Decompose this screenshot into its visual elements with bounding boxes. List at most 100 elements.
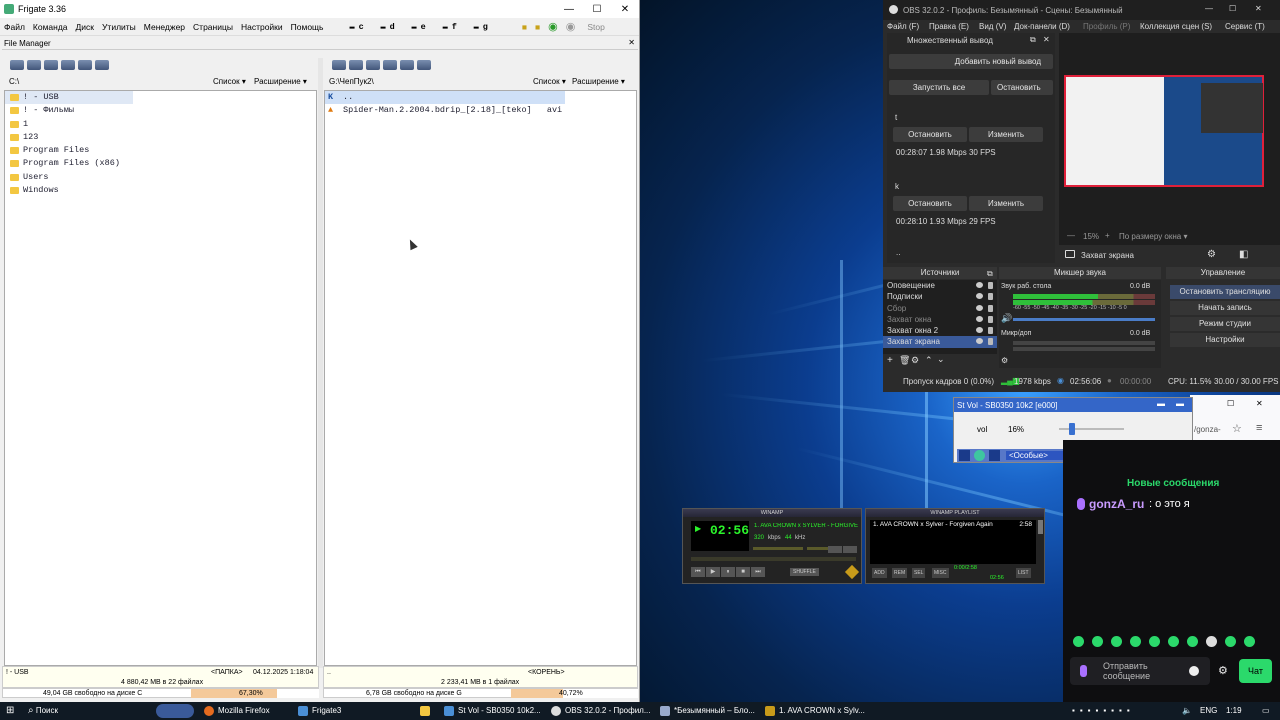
close-icon[interactable]: ✕ <box>611 4 639 15</box>
menu-icon[interactable]: ≡ <box>1256 422 1262 434</box>
add-icon[interactable]: + <box>887 355 893 366</box>
chat-input[interactable]: Отправить сообщение <box>1070 657 1210 685</box>
output-stop-button[interactable]: Остановить <box>893 196 967 211</box>
visibility-icon[interactable] <box>976 327 983 334</box>
eq-button[interactable] <box>828 546 842 553</box>
open-folder-icon[interactable]: ■ <box>531 22 544 32</box>
blue-icon[interactable] <box>989 450 1000 461</box>
left-path[interactable]: C:\ <box>9 77 19 86</box>
obs-menu-edit[interactable]: Правка (E) <box>929 22 969 31</box>
taskbar-obs[interactable]: OBS 32.0.2 - Профил... <box>551 702 651 720</box>
dock-float-icon[interactable]: ⧉ <box>987 269 993 279</box>
emote-icon[interactable] <box>1111 636 1122 647</box>
volume-bar[interactable] <box>753 547 803 550</box>
task-view-icon[interactable] <box>156 704 194 718</box>
start-icon[interactable]: ⊞ <box>6 702 14 720</box>
emote-icon[interactable] <box>1073 636 1084 647</box>
start-all-button[interactable]: Запустить все <box>889 80 989 95</box>
output-edit-button[interactable]: Изменить <box>969 196 1043 211</box>
lock-icon[interactable] <box>988 282 993 289</box>
rem-button[interactable]: REM <box>892 568 908 578</box>
back-icon[interactable]: ◉ <box>544 20 562 33</box>
maximize-icon[interactable]: ☐ <box>1227 399 1234 408</box>
dock-close-icon[interactable]: ✕ <box>1043 35 1050 44</box>
panel-splitter[interactable] <box>318 58 323 668</box>
nav-icon[interactable] <box>400 60 414 70</box>
chat-username[interactable]: gonzA_ru <box>1089 497 1144 511</box>
visibility-icon[interactable] <box>976 293 983 300</box>
menu-settings[interactable]: Настройки <box>237 22 287 32</box>
vol-icon[interactable] <box>959 450 970 461</box>
shuffle-button[interactable]: SHUFFLE <box>790 568 819 576</box>
lock-icon[interactable] <box>988 304 993 312</box>
right-path[interactable]: G:\ЧепПук2\ <box>329 77 374 86</box>
taskbar-winamp[interactable]: 1. AVA CROWN x Sylv... <box>765 702 865 720</box>
list-item[interactable]: 123 <box>5 131 316 144</box>
nav-icon[interactable] <box>95 60 109 70</box>
gear-icon[interactable]: ⚙ <box>1218 664 1228 677</box>
lock-icon[interactable] <box>988 338 993 346</box>
green-icon[interactable] <box>974 450 985 461</box>
vol-slider[interactable] <box>1059 423 1124 435</box>
nav-icon[interactable] <box>10 60 24 70</box>
stop-all-button[interactable]: Остановить все <box>991 80 1053 95</box>
visibility-icon[interactable] <box>976 315 983 322</box>
menu-pages[interactable]: Страницы <box>189 22 237 32</box>
drive-g[interactable]: ▬ g <box>470 22 496 32</box>
nav-icon[interactable] <box>78 60 92 70</box>
nav-icon[interactable] <box>27 60 41 70</box>
vol-slider-thumb[interactable] <box>1069 423 1076 435</box>
obs-menu-tools[interactable]: Сервис (T) <box>1225 22 1265 31</box>
list-item[interactable]: 1 <box>5 118 316 131</box>
source-item[interactable]: Захват окна 2 <box>883 325 997 336</box>
drive-d[interactable]: ▬ d <box>377 22 403 32</box>
volume-slider[interactable] <box>1013 318 1155 321</box>
list-item[interactable]: Program Files (x86) <box>5 157 316 170</box>
list-item[interactable]: Users <box>5 171 316 184</box>
visibility-icon[interactable] <box>976 282 983 288</box>
list-item-up[interactable]: K .. <box>325 91 565 105</box>
source-item[interactable]: Подписки <box>883 291 997 302</box>
add-output-button[interactable]: Добавить новый вывод <box>889 54 1053 69</box>
zoom-in-icon[interactable]: + <box>1105 231 1110 240</box>
stop-stream-button[interactable]: Остановить трансляцию <box>1170 285 1280 299</box>
start-recording-button[interactable]: Начать запись <box>1170 301 1280 315</box>
nav-icon[interactable] <box>366 60 380 70</box>
scene-preview[interactable] <box>1064 75 1264 187</box>
left-ext-sort[interactable]: Расширение ▾ <box>254 77 307 86</box>
menu-help[interactable]: Помощь <box>287 22 328 32</box>
right-view-mode[interactable]: Список ▾ <box>533 77 566 86</box>
nav-icon[interactable] <box>383 60 397 70</box>
explorer-icon[interactable] <box>420 702 434 720</box>
nav-icon[interactable] <box>417 60 431 70</box>
emote-icon[interactable] <box>1130 636 1141 647</box>
nav-icon[interactable] <box>44 60 58 70</box>
obs-menu-view[interactable]: Вид (V) <box>979 22 1006 31</box>
obs-menu-docks[interactable]: Док-панели (D) <box>1014 22 1070 31</box>
emote-icon[interactable] <box>1187 636 1198 647</box>
search-box[interactable]: ⌕ Поиск <box>28 702 148 720</box>
filters-icon[interactable]: ◧ <box>1239 249 1248 260</box>
drive-e[interactable]: ▬ e <box>408 22 434 32</box>
list-item-file[interactable]: ▲ Spider-Man.2.2004.bdrip_[2.18]_[teko] … <box>325 104 636 117</box>
lock-icon[interactable] <box>988 327 993 335</box>
move-down-icon[interactable]: ⌄ <box>937 354 945 365</box>
emote-icon[interactable] <box>1206 636 1217 647</box>
list-item[interactable]: ! - USB <box>5 91 133 105</box>
pause-button[interactable]: ⏸ <box>721 567 735 577</box>
emote-icon[interactable] <box>1149 636 1160 647</box>
send-chat-button[interactable]: Чат <box>1239 659 1272 683</box>
play-button[interactable]: ▶ <box>706 567 720 577</box>
lock-icon[interactable] <box>988 315 993 323</box>
emote-icon[interactable] <box>1092 636 1103 647</box>
output-stop-button[interactable]: Остановить <box>893 127 967 142</box>
speaker-icon[interactable]: 🔊 <box>1001 313 1012 324</box>
nav-icon[interactable] <box>332 60 346 70</box>
mixer-settings-icon[interactable]: ⚙ <box>1001 356 1008 365</box>
url-bar[interactable]: /gonza- <box>1194 425 1221 434</box>
list-item[interactable]: Windows <box>5 184 316 197</box>
zoom-out-icon[interactable]: — <box>1067 231 1075 240</box>
emote-icon[interactable] <box>1244 636 1255 647</box>
maximize-icon[interactable]: ☐ <box>1229 4 1236 13</box>
seek-bar[interactable] <box>691 557 856 561</box>
